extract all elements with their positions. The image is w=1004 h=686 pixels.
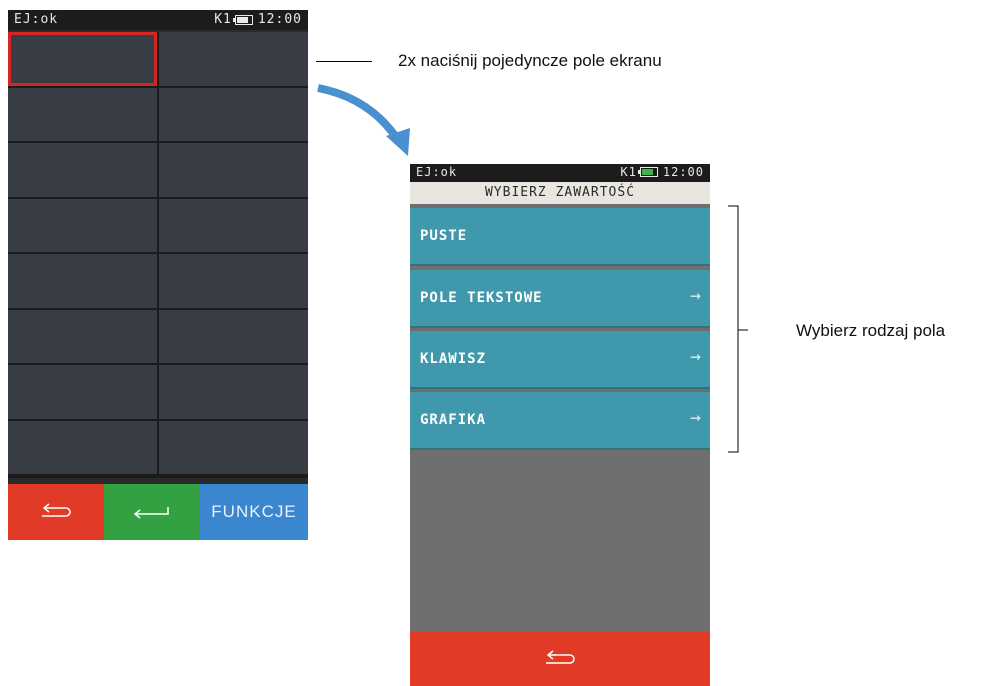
ej-status: EJ:ok: [416, 165, 458, 179]
functions-button[interactable]: FUNKCJE: [200, 484, 308, 540]
grid-field[interactable]: [8, 420, 157, 474]
arrow-right-icon: →: [690, 346, 702, 367]
menu-item-empty[interactable]: PUSTE: [410, 208, 710, 266]
arrow-right-icon: →: [690, 285, 702, 306]
grid-field[interactable]: [8, 198, 157, 252]
battery-icon: [637, 167, 658, 177]
menu-item-text-field[interactable]: POLE TEKSTOWE →: [410, 270, 710, 328]
grid-field[interactable]: [159, 420, 308, 474]
register-label: K1: [620, 165, 637, 179]
menu-item-key[interactable]: KLAWISZ →: [410, 331, 710, 389]
status-bar: EJ:ok K1 12:00: [410, 164, 710, 182]
back-icon: [42, 503, 71, 517]
grid-field[interactable]: [159, 254, 308, 308]
main-screen: EJ:ok K1 12:00 FUNKCJE: [8, 10, 308, 540]
grid-field[interactable]: [8, 87, 157, 141]
back-button[interactable]: [410, 632, 710, 686]
content-select-screen: EJ:ok K1 12:00 WYBIERZ ZAWARTOŚĆ PUSTE P…: [410, 164, 710, 686]
register-label: K1: [214, 12, 232, 27]
grid-field[interactable]: [159, 198, 308, 252]
status-bar: EJ:ok K1 12:00: [8, 10, 308, 30]
clock: 12:00: [662, 165, 704, 179]
choose-field-hint-text: Wybierz rodzaj pola: [796, 321, 946, 340]
ej-status: EJ:ok: [14, 12, 59, 27]
back-button[interactable]: [8, 484, 104, 540]
grid-field[interactable]: [159, 143, 308, 197]
grid-field[interactable]: [8, 254, 157, 308]
grid-field[interactable]: [159, 365, 308, 419]
menu-item-graphic[interactable]: GRAFIKA →: [410, 392, 710, 450]
callout-line: [316, 61, 372, 62]
grid-field[interactable]: [159, 87, 308, 141]
transition-arrow-icon: [317, 84, 410, 156]
enter-button[interactable]: [104, 484, 200, 540]
grid-field[interactable]: [159, 32, 308, 86]
screen-title: WYBIERZ ZAWARTOŚĆ: [410, 182, 710, 204]
field-grid: [8, 32, 308, 478]
grid-field[interactable]: [8, 143, 157, 197]
battery-icon: [232, 14, 253, 25]
back-icon: [546, 650, 575, 664]
bottom-toolbar: FUNKCJE: [8, 484, 308, 540]
enter-icon: [133, 507, 169, 519]
grid-field[interactable]: [8, 309, 157, 363]
tap-hint-text: 2x naciśnij pojedyncze pole ekranu: [398, 51, 662, 70]
bracket-icon: [728, 205, 748, 453]
grid-field-selected[interactable]: [8, 32, 157, 86]
grid-field[interactable]: [159, 309, 308, 363]
clock: 12:00: [257, 12, 302, 27]
grid-field[interactable]: [8, 365, 157, 419]
arrow-right-icon: →: [690, 407, 702, 428]
